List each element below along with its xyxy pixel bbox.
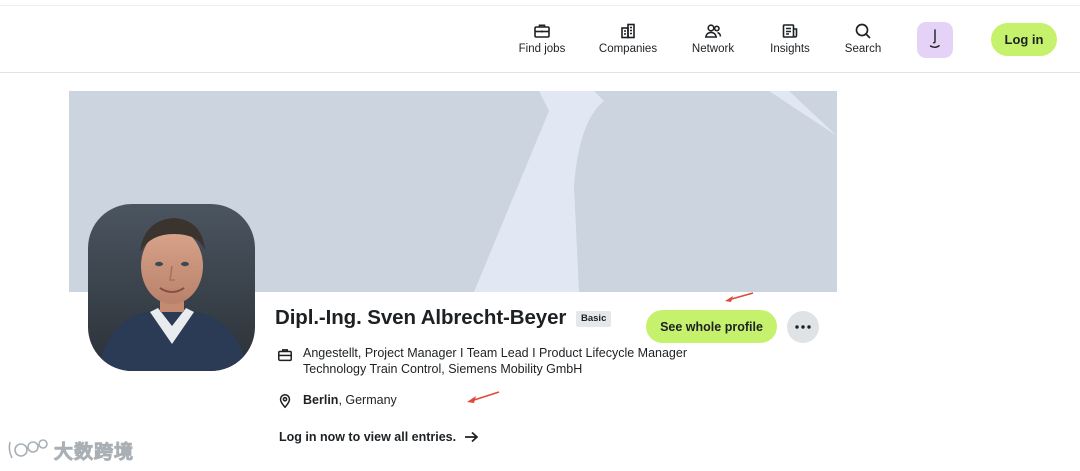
job-line-2: Technology Train Control, Siemens Mobili… bbox=[303, 361, 583, 376]
briefcase-icon bbox=[534, 24, 550, 38]
newspaper-icon bbox=[782, 24, 798, 38]
people-icon bbox=[704, 24, 722, 38]
annotation-arrow bbox=[467, 391, 500, 403]
watermark: 大数跨境 bbox=[6, 436, 134, 464]
location-row: Berlin, Germany bbox=[277, 392, 397, 409]
membership-badge: Basic bbox=[576, 311, 612, 327]
job-row: Angestellt, Project Manager I Team Lead … bbox=[277, 346, 687, 377]
nav-companies[interactable]: Companies bbox=[588, 22, 668, 55]
building-icon bbox=[621, 23, 635, 39]
see-whole-profile-button[interactable]: See whole profile bbox=[646, 310, 777, 343]
face-icon bbox=[929, 29, 940, 49]
login-to-view-link[interactable]: Log in now to view all entries. bbox=[279, 430, 479, 444]
site-header: Find jobs Companies Network Insights Sea… bbox=[0, 6, 1080, 73]
nav-label: Insights bbox=[770, 43, 810, 55]
login-to-view-label: Log in now to view all entries. bbox=[279, 430, 457, 444]
annotation-arrow bbox=[725, 292, 754, 302]
profile-name: Dipl.-Ing. Sven Albrecht-Beyer bbox=[275, 306, 567, 329]
job-description: Angestellt, Project Manager I Team Lead … bbox=[303, 346, 687, 377]
nav-label: Network bbox=[691, 43, 735, 55]
profile-photo bbox=[88, 204, 255, 371]
location-country: , Germany bbox=[338, 393, 397, 407]
login-button[interactable]: Log in bbox=[991, 23, 1057, 56]
nav-insights[interactable]: Insights bbox=[750, 22, 830, 55]
nav-search[interactable]: Search bbox=[823, 22, 903, 55]
location-text: Berlin, Germany bbox=[303, 392, 397, 408]
arrow-right-icon bbox=[465, 431, 479, 443]
nav-network[interactable]: Network bbox=[673, 22, 753, 55]
nav-label: Companies bbox=[598, 43, 658, 55]
nav-label: Find jobs bbox=[518, 43, 566, 55]
more-dots-icon bbox=[795, 325, 811, 329]
face-avatar-button[interactable] bbox=[917, 22, 953, 58]
watermark-text: 大数跨境 bbox=[54, 441, 135, 463]
more-options-button[interactable] bbox=[787, 311, 819, 343]
location-city: Berlin bbox=[303, 393, 339, 407]
nav-label: Search bbox=[844, 43, 882, 55]
watermark-logo-icon bbox=[8, 439, 48, 459]
search-icon bbox=[855, 23, 871, 39]
location-pin-icon bbox=[279, 394, 291, 409]
job-line-1: Angestellt, Project Manager I Team Lead … bbox=[303, 346, 688, 360]
briefcase-icon bbox=[278, 349, 292, 362]
nav-find-jobs[interactable]: Find jobs bbox=[502, 22, 582, 55]
